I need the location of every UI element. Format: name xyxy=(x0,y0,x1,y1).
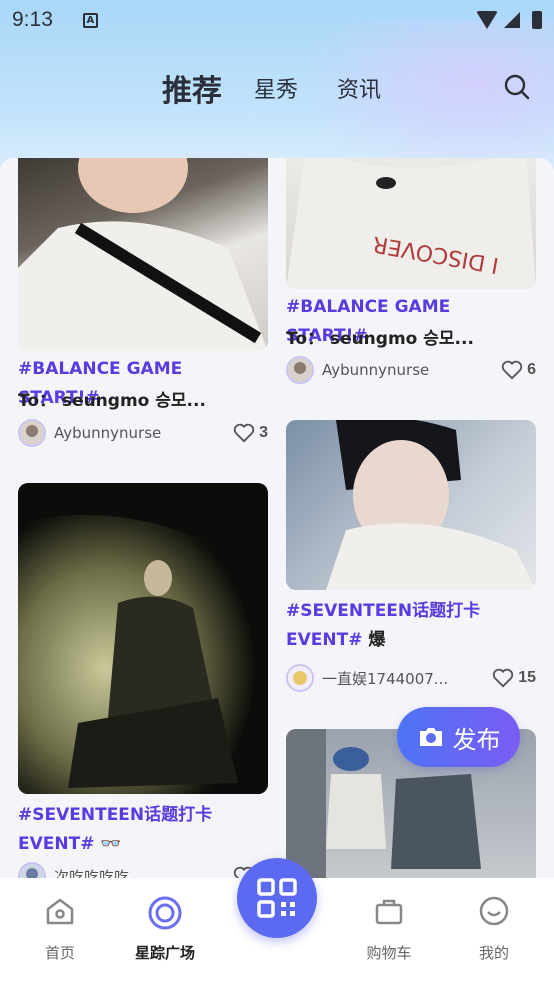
status-time: 9:13 xyxy=(12,8,53,31)
post-meta: 一直娱1744007... 15 xyxy=(286,663,536,693)
like-button[interactable]: 15 xyxy=(492,668,536,688)
like-button[interactable]: 3 xyxy=(233,423,268,443)
post-text: To： seungmo 승모... xyxy=(286,329,474,349)
post-meta: Aybunnynurse 6 xyxy=(286,355,536,385)
home-icon xyxy=(46,898,74,925)
avatar[interactable] xyxy=(286,356,314,384)
like-button[interactable]: 6 xyxy=(501,360,536,380)
post-image[interactable] xyxy=(18,158,268,351)
post-hashtag[interactable]: #SEVENTEEN话题打卡EVENT# 👓 xyxy=(18,801,268,859)
post-hashtag[interactable]: #SEVENTEEN话题打卡EVENT# 爆 xyxy=(286,597,536,655)
like-count: 6 xyxy=(527,361,536,378)
qr-icon xyxy=(257,878,297,918)
camera-icon xyxy=(419,728,442,746)
heart-icon xyxy=(233,423,255,443)
avatar[interactable] xyxy=(286,664,314,692)
nav-star-plaza[interactable]: 星踪广场 xyxy=(125,896,205,963)
search-icon[interactable] xyxy=(504,74,530,100)
bag-icon xyxy=(375,899,403,925)
post-image[interactable] xyxy=(18,483,268,794)
post-image[interactable] xyxy=(286,420,536,590)
smile-icon xyxy=(479,896,509,926)
username[interactable]: 一直娱1744007... xyxy=(322,668,448,689)
username[interactable]: Aybunnynurse xyxy=(54,424,161,442)
nav-profile[interactable]: 我的 xyxy=(454,896,534,963)
notification-a-icon: A xyxy=(82,12,98,28)
scan-button[interactable] xyxy=(237,858,317,938)
status-bar: 9:13 A xyxy=(0,0,554,40)
tab-news[interactable]: 资讯 xyxy=(337,72,381,104)
username[interactable]: 次吃吃吃吃 xyxy=(54,866,129,879)
post-meta: Aybunnynurse 3 xyxy=(18,418,268,448)
post-text: To： seungmo 승모... xyxy=(18,391,206,411)
avatar[interactable] xyxy=(18,419,46,447)
post-image[interactable]: I DISCOVER xyxy=(286,158,536,289)
publish-button[interactable]: 发布 xyxy=(397,707,520,767)
heart-icon xyxy=(501,360,523,380)
heart-icon xyxy=(493,668,514,688)
publish-label: 发布 xyxy=(452,725,501,754)
like-count: 15 xyxy=(518,669,536,686)
tab-recommend[interactable]: 推荐 xyxy=(162,66,222,110)
feed-area: #BALANCE GAME START!# To： seungmo 승모... … xyxy=(0,158,554,878)
battery-icon xyxy=(532,11,542,29)
top-nav: 推荐 星秀 资讯 xyxy=(0,60,554,116)
nav-cart[interactable]: 购物车 xyxy=(349,896,429,963)
post-meta: 次吃吃吃吃 1 xyxy=(18,861,268,878)
username[interactable]: Aybunnynurse xyxy=(322,361,429,379)
like-count: 3 xyxy=(259,424,268,441)
nav-home[interactable]: 首页 xyxy=(20,896,100,963)
target-icon xyxy=(148,896,182,930)
signal-icon xyxy=(504,12,520,28)
tab-star-show[interactable]: 星秀 xyxy=(254,72,298,104)
wifi-icon xyxy=(476,11,498,29)
avatar[interactable] xyxy=(18,862,46,878)
